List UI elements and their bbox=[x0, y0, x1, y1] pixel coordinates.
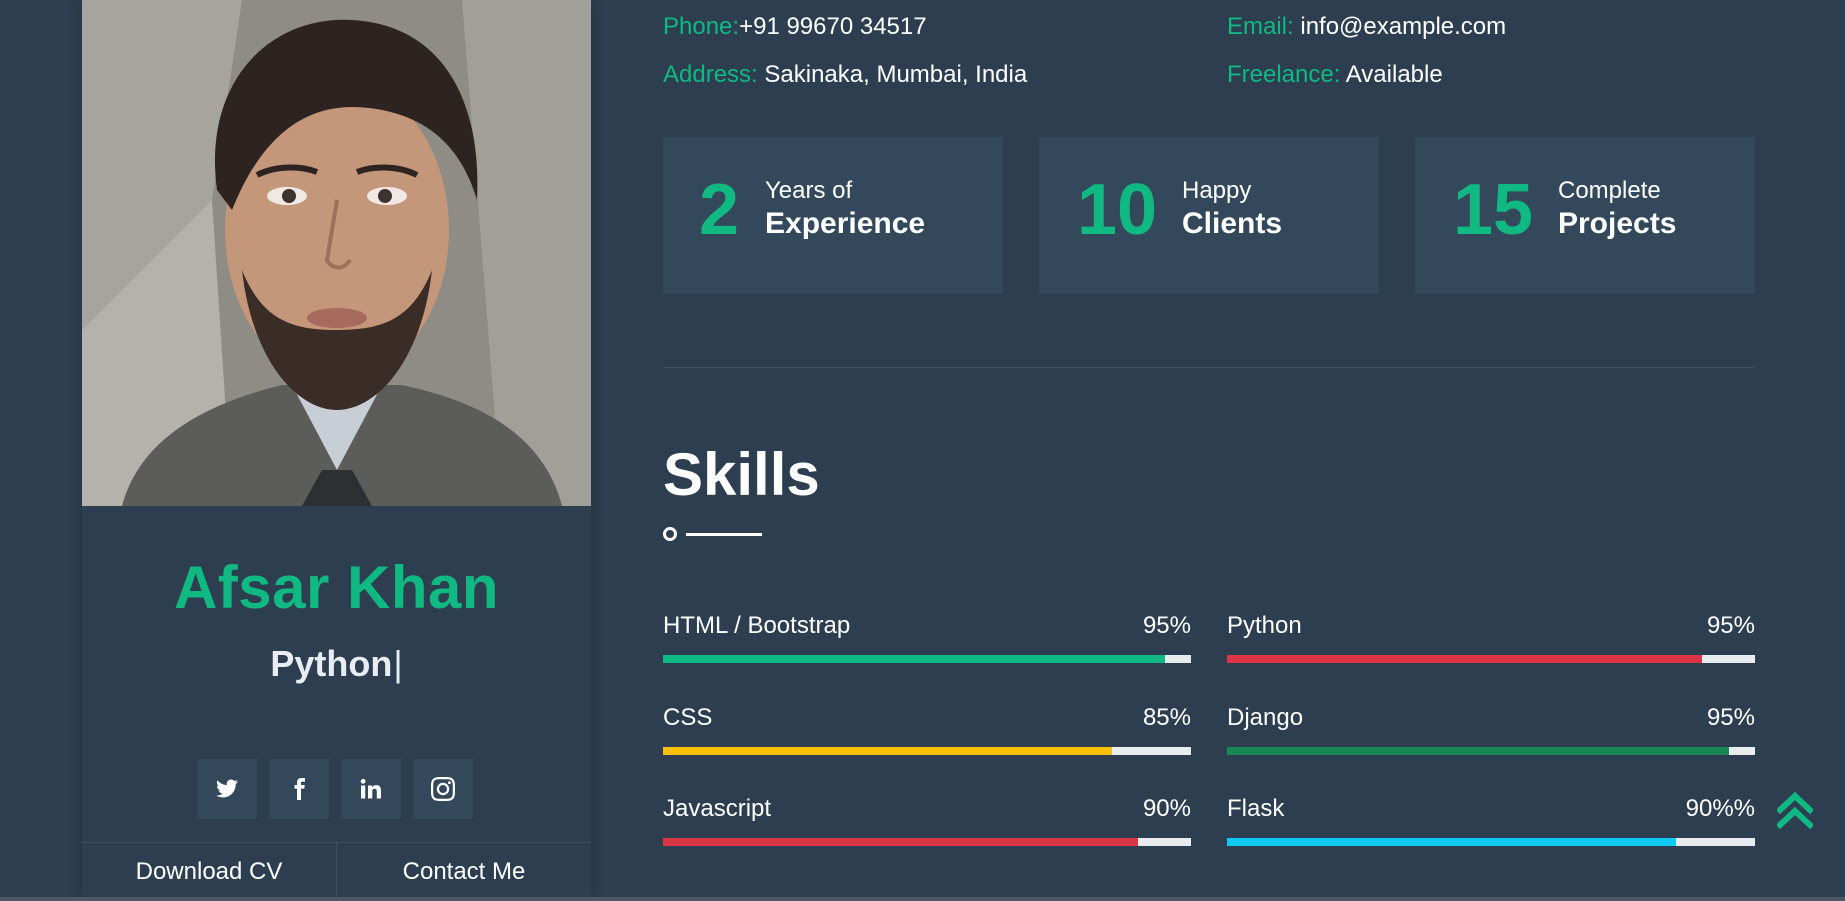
skill-item: Django 95% bbox=[1227, 704, 1755, 764]
skill-progress-track bbox=[1227, 747, 1755, 755]
section-divider bbox=[663, 367, 1755, 368]
phone-info: Phone:+91 99670 34517 bbox=[663, 13, 927, 41]
skill-progress-track bbox=[1227, 838, 1755, 846]
skill-progress-fill bbox=[1227, 655, 1703, 663]
skill-name: Python bbox=[1227, 612, 1302, 639]
skill-name: CSS bbox=[663, 704, 713, 731]
stat-label-top: Complete bbox=[1558, 177, 1661, 204]
email-info: Email: info@example.com bbox=[1227, 13, 1506, 41]
double-chevron-up-icon bbox=[1775, 791, 1815, 830]
skill-progress-track bbox=[663, 655, 1191, 663]
typing-cursor: | bbox=[393, 643, 403, 684]
skill-name: HTML / Bootstrap bbox=[663, 612, 851, 639]
skill-name: Flask bbox=[1227, 795, 1285, 822]
skill-item: HTML / Bootstrap 95% bbox=[663, 612, 1191, 672]
skill-name: Javascript bbox=[663, 795, 772, 822]
skill-item: Flask 90%% bbox=[1227, 795, 1755, 855]
freelance-value: Available bbox=[1340, 61, 1443, 88]
address-label: Address: bbox=[663, 61, 758, 88]
download-cv-button[interactable]: Download CV bbox=[82, 843, 336, 901]
title-deco-dot bbox=[663, 527, 677, 541]
stat-clients: 10 Happy Clients bbox=[1039, 137, 1379, 294]
skill-name: Django bbox=[1227, 704, 1304, 731]
profile-actions: Download CV Contact Me bbox=[82, 842, 591, 901]
skill-percent: 95% bbox=[1706, 704, 1755, 731]
email-value: info@example.com bbox=[1293, 13, 1507, 40]
stat-label-bottom: Projects bbox=[1558, 207, 1677, 240]
contact-me-button[interactable]: Contact Me bbox=[336, 843, 591, 901]
typed-role-text: Python bbox=[270, 643, 393, 684]
skill-progress-track bbox=[663, 747, 1191, 755]
stat-number: 10 bbox=[1077, 170, 1158, 250]
stat-label-bottom: Clients bbox=[1182, 207, 1283, 240]
stat-label-top: Years of bbox=[765, 177, 853, 204]
profile-photo bbox=[82, 0, 591, 506]
title-decoration bbox=[663, 526, 763, 542]
typed-role: Python| bbox=[82, 643, 591, 685]
linkedin-button[interactable] bbox=[341, 759, 401, 819]
skill-progress-fill bbox=[663, 747, 1112, 755]
skill-percent: 85% bbox=[1142, 704, 1191, 731]
phone-value: +91 99670 34517 bbox=[739, 13, 927, 40]
linkedin-icon bbox=[360, 778, 381, 799]
facebook-button[interactable] bbox=[269, 759, 329, 819]
twitter-button[interactable] bbox=[197, 759, 257, 819]
title-deco-line bbox=[686, 533, 762, 536]
stat-projects: 15 Complete Projects bbox=[1415, 137, 1755, 294]
profile-photo-image bbox=[82, 0, 591, 506]
skill-progress-fill bbox=[663, 838, 1139, 846]
address-info: Address: Sakinaka, Mumbai, India bbox=[663, 61, 1027, 89]
profile-name: Afsar Khan bbox=[173, 554, 500, 621]
stat-number: 15 bbox=[1453, 170, 1534, 250]
skill-progress-fill bbox=[1227, 838, 1676, 846]
email-label: Email: bbox=[1227, 13, 1294, 40]
freelance-info: Freelance: Available bbox=[1227, 61, 1443, 89]
stat-experience: 2 Years of Experience bbox=[663, 137, 1003, 294]
skill-item: Python 95% bbox=[1227, 612, 1755, 672]
skill-progress-fill bbox=[1227, 747, 1729, 755]
freelance-label: Freelance: bbox=[1227, 61, 1341, 88]
skill-percent: 90% bbox=[1142, 795, 1191, 822]
address-value: Sakinaka, Mumbai, India bbox=[757, 61, 1028, 88]
facebook-icon bbox=[294, 778, 305, 800]
skill-progress-track bbox=[663, 838, 1191, 846]
stat-number: 2 bbox=[699, 170, 740, 250]
phone-label: Phone: bbox=[663, 13, 740, 40]
skill-percent: 95% bbox=[1142, 612, 1191, 639]
window-bottom-edge bbox=[0, 897, 1845, 901]
skill-percent: 95% bbox=[1706, 612, 1755, 639]
skill-progress-fill bbox=[663, 655, 1165, 663]
skill-item: CSS 85% bbox=[663, 704, 1191, 764]
stat-label-top: Happy bbox=[1182, 177, 1252, 204]
back-to-top-button[interactable] bbox=[1775, 789, 1815, 831]
skill-progress-track bbox=[1227, 655, 1755, 663]
social-links bbox=[197, 759, 473, 819]
twitter-icon bbox=[216, 779, 238, 798]
instagram-button[interactable] bbox=[413, 759, 473, 819]
skills-title: Skills bbox=[663, 441, 820, 508]
profile-card: Afsar Khan Python| Download CV Contact M… bbox=[82, 0, 591, 901]
instagram-icon bbox=[431, 777, 455, 801]
skill-item: Javascript 90% bbox=[663, 795, 1191, 855]
stat-label-bottom: Experience bbox=[765, 207, 926, 240]
skill-percent: 90%% bbox=[1685, 795, 1755, 822]
